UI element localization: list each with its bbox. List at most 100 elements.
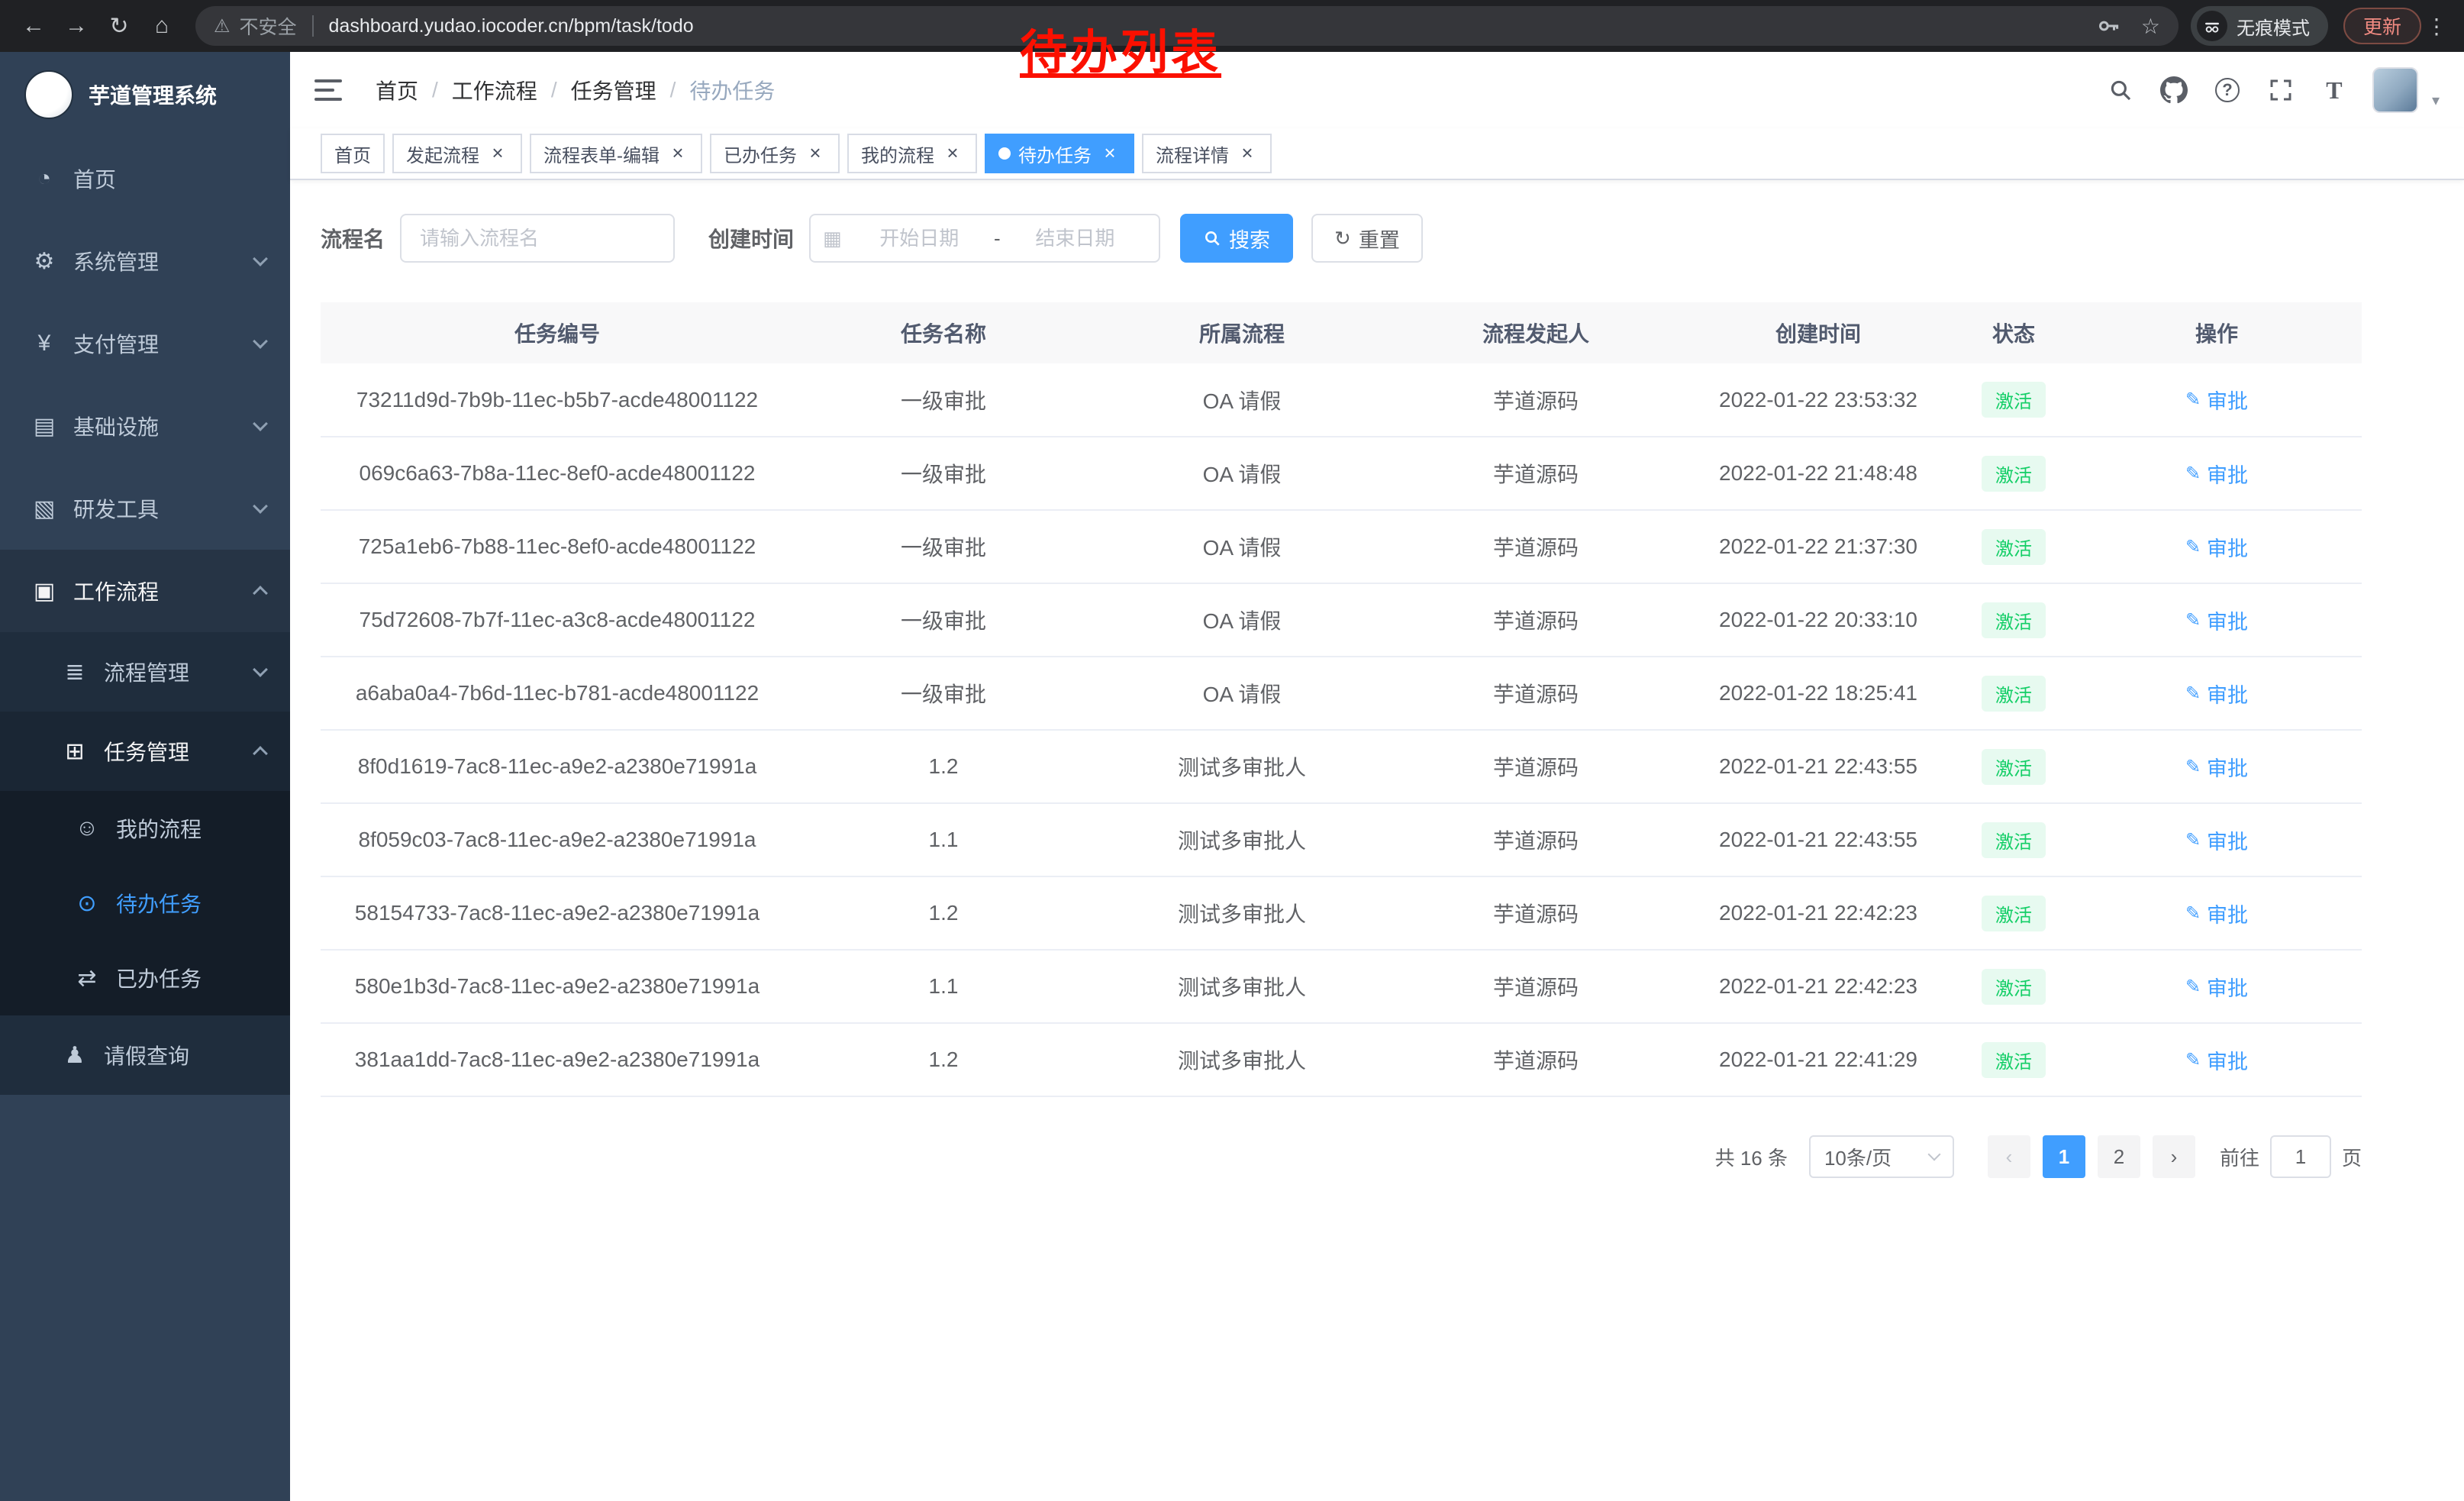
prev-icon: ‹ bbox=[2006, 1145, 2013, 1169]
approve-button[interactable]: ✎ 审批 bbox=[2185, 679, 2248, 709]
back-icon: ← bbox=[22, 13, 45, 39]
end-date-input[interactable] bbox=[1004, 227, 1147, 250]
search-button[interactable]: 搜索 bbox=[1180, 214, 1293, 263]
task-id-cell: 8f0d1619-7ac8-11ec-a9e2-a2380e71991a bbox=[321, 730, 794, 803]
sidebar-item-label: 流程管理 bbox=[104, 657, 189, 687]
tab-start-process[interactable]: 发起流程 × bbox=[392, 134, 522, 173]
create-time-cell: 2022-01-21 22:42:23 bbox=[1681, 876, 1956, 950]
tab-process-form-edit[interactable]: 流程表单-编辑 × bbox=[530, 134, 702, 173]
sidebar-item-my-processes[interactable]: ☺ 我的流程 bbox=[0, 791, 290, 866]
reset-button[interactable]: ↻ 重置 bbox=[1311, 214, 1423, 263]
home-button[interactable]: ⌂ bbox=[140, 5, 183, 47]
avatar[interactable] bbox=[2372, 67, 2418, 113]
sidebar-item-label: 待办任务 bbox=[116, 888, 202, 918]
approve-button[interactable]: ✎ 审批 bbox=[2185, 385, 2248, 415]
action-cell: ✎ 审批 bbox=[2072, 950, 2362, 1023]
approve-button[interactable]: ✎ 审批 bbox=[2185, 532, 2248, 562]
approve-button[interactable]: ✎ 审批 bbox=[2185, 899, 2248, 928]
goto-page-input[interactable] bbox=[2270, 1135, 2331, 1178]
initiator-cell: 芋道源码 bbox=[1391, 363, 1681, 437]
tab-my-processes[interactable]: 我的流程 × bbox=[847, 134, 977, 173]
table-row: 75d72608-7b7f-11ec-a3c8-acde48001122 一级审… bbox=[321, 583, 2362, 657]
close-icon[interactable]: × bbox=[667, 143, 689, 164]
update-button[interactable]: 更新 bbox=[2343, 8, 2421, 44]
status-badge: 激活 bbox=[1982, 896, 2046, 931]
sidebar-item-label: 任务管理 bbox=[104, 736, 189, 767]
action-cell: ✎ 审批 bbox=[2072, 876, 2362, 950]
approve-button[interactable]: ✎ 审批 bbox=[2185, 1045, 2248, 1075]
process-cell: 测试多审批人 bbox=[1093, 950, 1391, 1023]
tab-process-detail[interactable]: 流程详情 × bbox=[1142, 134, 1272, 173]
status-badge: 激活 bbox=[1982, 382, 2046, 418]
breadcrumb-item[interactable]: 首页 bbox=[376, 75, 418, 105]
task-name-cell: 1.2 bbox=[794, 730, 1093, 803]
edit-icon: ✎ bbox=[2185, 389, 2201, 411]
close-icon[interactable]: × bbox=[487, 143, 508, 164]
tab-done-tasks[interactable]: 已办任务 × bbox=[710, 134, 840, 173]
task-id-cell: 725a1eb6-7b88-11ec-8ef0-acde48001122 bbox=[321, 510, 794, 583]
github-icon[interactable] bbox=[2159, 75, 2189, 105]
tab-home[interactable]: 首页 bbox=[321, 134, 385, 173]
next-page-button[interactable]: › bbox=[2153, 1135, 2195, 1178]
chevron-down-icon bbox=[255, 341, 266, 347]
approve-button[interactable]: ✎ 审批 bbox=[2185, 459, 2248, 489]
approve-button[interactable]: ✎ 审批 bbox=[2185, 825, 2248, 855]
sidebar-item-dev-tools[interactable]: ▧ 研发工具 bbox=[0, 467, 290, 550]
search-icon[interactable] bbox=[2105, 75, 2136, 105]
sidebar-item-label: 请假查询 bbox=[104, 1040, 189, 1070]
font-size-icon[interactable]: T bbox=[2319, 75, 2350, 105]
star-icon[interactable]: ☆ bbox=[2141, 14, 2160, 39]
sidebar-item-leave-query[interactable]: ♟ 请假查询 bbox=[0, 1015, 290, 1095]
page-size-select[interactable]: 10条/页 bbox=[1809, 1135, 1954, 1178]
date-range-picker[interactable]: ▦ - bbox=[809, 214, 1160, 263]
browser-menu-button[interactable]: ⋮ bbox=[2421, 14, 2452, 39]
approve-button[interactable]: ✎ 审批 bbox=[2185, 605, 2248, 635]
sidebar-item-infrastructure[interactable]: ▤ 基础设施 bbox=[0, 385, 290, 467]
search-icon bbox=[1203, 229, 1221, 247]
calendar-icon: ▦ bbox=[823, 227, 842, 250]
action-cell: ✎ 审批 bbox=[2072, 730, 2362, 803]
close-icon[interactable]: × bbox=[1237, 143, 1258, 164]
table-row: 725a1eb6-7b88-11ec-8ef0-acde48001122 一级审… bbox=[321, 510, 2362, 583]
fullscreen-icon[interactable] bbox=[2266, 75, 2296, 105]
sidebar-item-process-management[interactable]: ≣ 流程管理 bbox=[0, 632, 290, 712]
close-icon[interactable]: × bbox=[805, 143, 826, 164]
sidebar-item-home[interactable]: ◔ 首页 bbox=[0, 137, 290, 220]
table-row: 580e1b3d-7ac8-11ec-a9e2-a2380e71991a 1.1… bbox=[321, 950, 2362, 1023]
approve-button[interactable]: ✎ 审批 bbox=[2185, 972, 2248, 1002]
task-name-cell: 一级审批 bbox=[794, 437, 1093, 510]
approve-button[interactable]: ✎ 审批 bbox=[2185, 752, 2248, 782]
task-id-cell: 73211d9d-7b9b-11ec-b5b7-acde48001122 bbox=[321, 363, 794, 437]
top-navbar: 首页 / 工作流程 / 任务管理 / 待办任务 bbox=[290, 52, 2464, 128]
edit-icon: ✎ bbox=[2185, 976, 2201, 998]
sidebar-item-done-tasks[interactable]: ⇄ 已办任务 bbox=[0, 941, 290, 1015]
status-badge: 激活 bbox=[1982, 1042, 2046, 1078]
status-badge: 激活 bbox=[1982, 602, 2046, 638]
close-icon[interactable]: × bbox=[942, 143, 963, 164]
filter-bar: 流程名 创建时间 ▦ - 搜索 bbox=[321, 214, 2362, 263]
sidebar-item-system-management[interactable]: ⚙ 系统管理 bbox=[0, 220, 290, 302]
sidebar-item-task-management[interactable]: ⊞ 任务管理 bbox=[0, 712, 290, 791]
close-icon[interactable]: × bbox=[1099, 143, 1121, 164]
back-button[interactable]: ← bbox=[12, 5, 55, 47]
tab-todo-tasks[interactable]: 待办任务 × bbox=[985, 134, 1134, 173]
page-button-2[interactable]: 2 bbox=[2098, 1135, 2140, 1178]
sidebar-item-todo-tasks[interactable]: ⊙ 待办任务 bbox=[0, 866, 290, 941]
breadcrumb-item[interactable]: 工作流程 bbox=[452, 75, 537, 105]
edit-icon: ✎ bbox=[2185, 536, 2201, 558]
hamburger-icon[interactable] bbox=[314, 73, 348, 107]
refresh-button[interactable]: ↻ bbox=[98, 5, 140, 47]
avatar-caret-icon[interactable]: ▾ bbox=[2432, 91, 2440, 113]
sidebar-item-payment-management[interactable]: ¥ 支付管理 bbox=[0, 302, 290, 385]
help-icon[interactable]: ? bbox=[2212, 75, 2243, 105]
breadcrumb-item[interactable]: 任务管理 bbox=[571, 75, 656, 105]
start-date-input[interactable] bbox=[848, 227, 991, 250]
forward-button[interactable]: → bbox=[55, 5, 98, 47]
task-id-cell: 580e1b3d-7ac8-11ec-a9e2-a2380e71991a bbox=[321, 950, 794, 1023]
key-icon[interactable] bbox=[2097, 15, 2120, 37]
prev-page-button[interactable]: ‹ bbox=[1988, 1135, 2030, 1178]
sidebar-item-workflow[interactable]: ▣ 工作流程 bbox=[0, 550, 290, 632]
page-button-1[interactable]: 1 bbox=[2043, 1135, 2085, 1178]
infrastructure-icon: ▤ bbox=[31, 413, 58, 440]
process-name-input[interactable] bbox=[400, 214, 675, 263]
